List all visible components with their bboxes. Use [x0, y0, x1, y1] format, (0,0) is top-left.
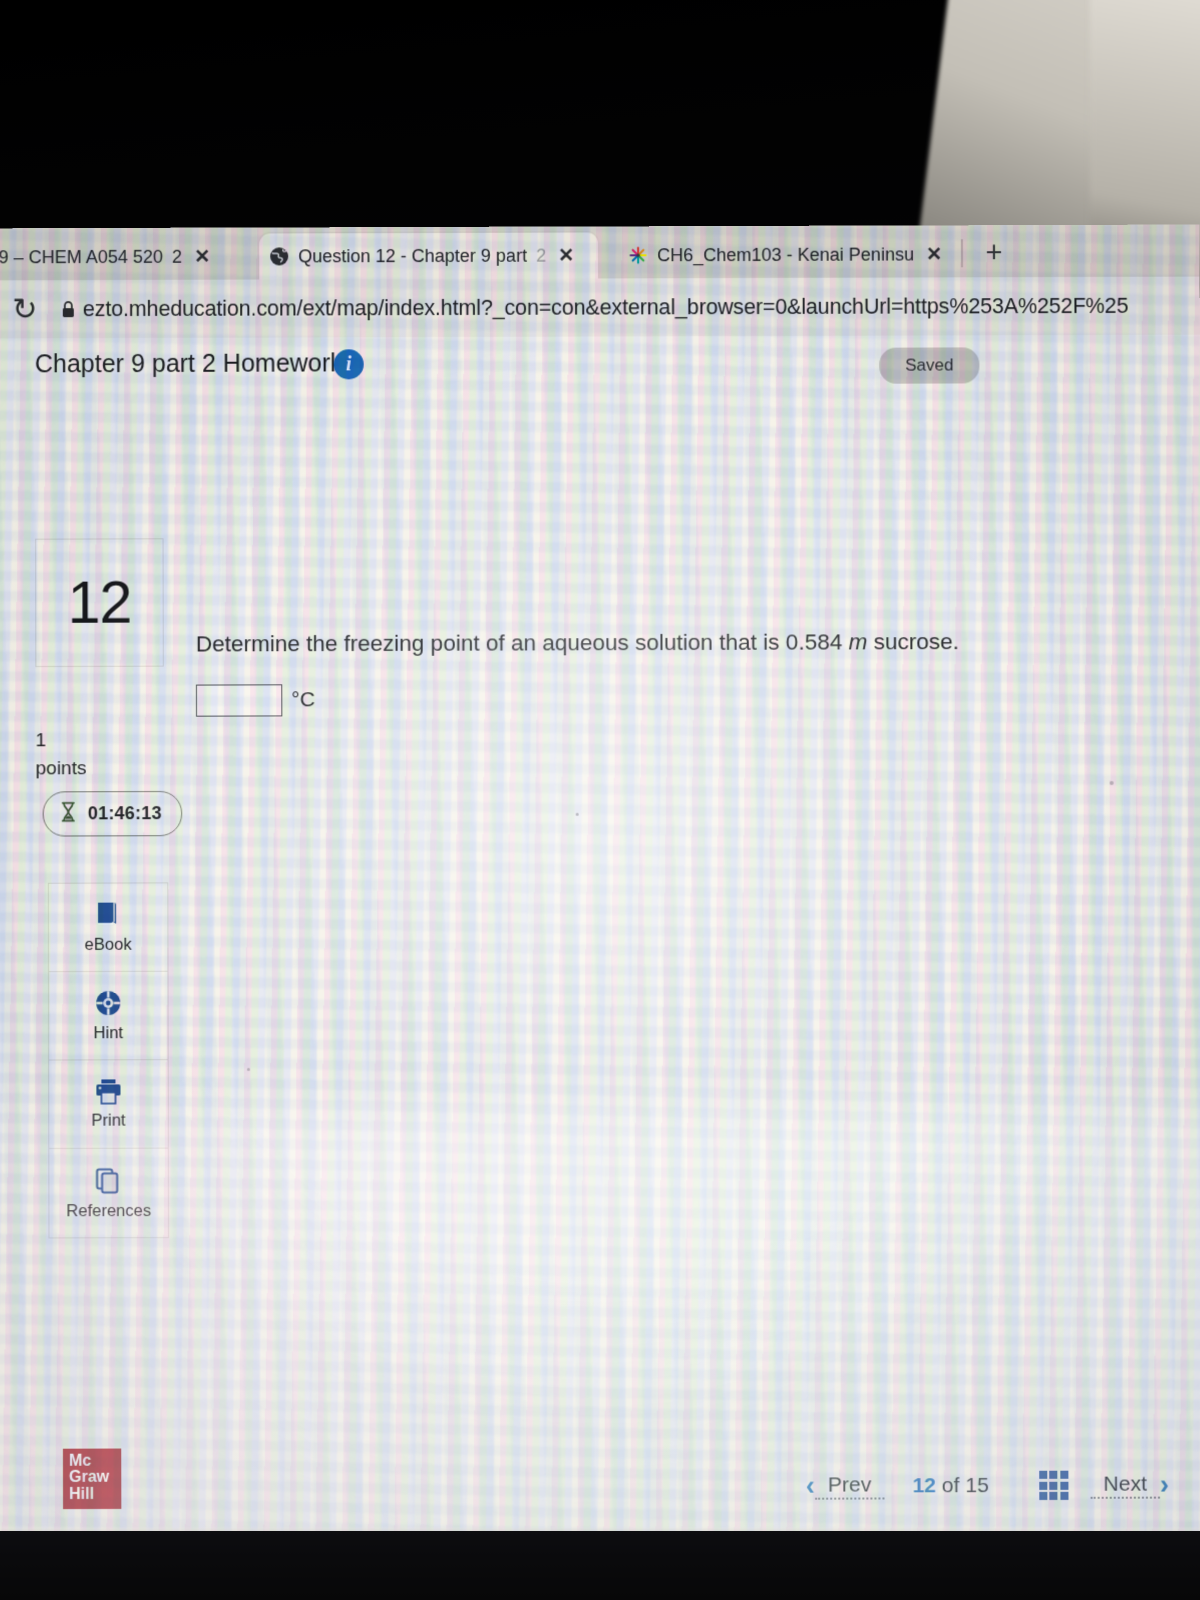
- page-footer: Mc Graw Hill ‹ Prev 12 of 15 Next ›: [0, 1421, 1200, 1536]
- tool-panel: eBook Hint Print References: [47, 882, 170, 1239]
- tool-label: Hint: [93, 1024, 124, 1043]
- status-badge: Saved: [879, 347, 980, 384]
- reload-icon[interactable]: ↻: [0, 292, 53, 327]
- timer-value: 01:46:13: [87, 803, 162, 824]
- tab-close-icon[interactable]: ✕: [555, 245, 577, 266]
- life-preserver-icon: [96, 990, 121, 1015]
- logo-line-2: Graw: [68, 1469, 110, 1487]
- answer-unit-label: °C: [291, 687, 316, 711]
- tab-title-suffix: 2: [172, 246, 183, 267]
- url-text: ezto.mheducation.com/ext/map/index.html?…: [82, 293, 1129, 321]
- answer-input[interactable]: [195, 683, 283, 717]
- chevron-left-icon[interactable]: ‹: [806, 1470, 815, 1500]
- browser-tab-1[interactable]: ter 9 – CHEM A054 520 2 ✕: [0, 233, 261, 280]
- question-number: 12: [67, 569, 132, 636]
- hourglass-icon: [60, 801, 77, 826]
- screen-bezel-bottom: [0, 1531, 1200, 1600]
- grid-icon[interactable]: [1039, 1470, 1069, 1500]
- points-block: 1 points: [35, 727, 186, 783]
- tab-title: Question 12 - Chapter 9 part: [298, 245, 528, 266]
- logo-line-1: Mc: [68, 1452, 92, 1470]
- references-button[interactable]: References: [49, 1149, 168, 1238]
- of-label: of: [941, 1473, 960, 1497]
- points-label: points: [35, 757, 87, 779]
- canvas-starburst-icon: [628, 245, 648, 265]
- mcgraw-hill-logo: Mc Graw Hill: [62, 1448, 122, 1510]
- tool-label: References: [66, 1201, 152, 1220]
- question-navigation: ‹ Prev 12 of 15 Next ›: [806, 1469, 1169, 1500]
- tool-label: Print: [91, 1111, 126, 1130]
- laptop-screen: ter 9 – CHEM A054 520 2 ✕ Question 12 - …: [0, 224, 1200, 1536]
- page-header: Chapter 9 part 2 Homework i Saved: [0, 335, 1200, 401]
- page-counter: 12 of 15: [884, 1473, 1017, 1498]
- tab-close-icon[interactable]: ✕: [923, 244, 945, 265]
- prompt-text-after: sucrose.: [867, 629, 960, 655]
- tab-title: ter 9 – CHEM A054 520: [0, 246, 164, 267]
- question-number-box: 12: [35, 538, 164, 668]
- current-page: 12: [912, 1473, 937, 1497]
- question-timer: 01:46:13: [42, 790, 182, 837]
- hint-button[interactable]: Hint: [48, 971, 168, 1061]
- question-body: Determine the freezing point of an aqueo…: [196, 626, 1029, 717]
- prev-button[interactable]: Prev: [814, 1472, 885, 1500]
- tool-label: eBook: [84, 935, 132, 954]
- browser-tabstrip: ter 9 – CHEM A054 520 2 ✕ Question 12 - …: [0, 225, 1200, 281]
- browser-tab-2-active[interactable]: Question 12 - Chapter 9 part 2 ✕: [259, 232, 599, 280]
- globe-icon: [269, 246, 289, 266]
- browser-url-bar[interactable]: ↻ ezto.mheducation.com/ext/map/index.htm…: [0, 276, 1200, 339]
- browser-tab-3[interactable]: CH6_Chem103 - Kenai Peninsu ✕: [618, 231, 957, 278]
- tab-title-suffix: 2: [535, 245, 547, 266]
- page-title: Chapter 9 part 2 Homework: [34, 349, 343, 379]
- next-button[interactable]: Next: [1090, 1471, 1160, 1499]
- prompt-text-before: Determine the freezing point of an aqueo…: [195, 629, 849, 657]
- tab-divider: [960, 239, 964, 268]
- question-prompt: Determine the freezing point of an aqueo…: [196, 626, 1029, 661]
- ebook-button[interactable]: eBook: [48, 883, 168, 973]
- info-icon[interactable]: i: [333, 349, 364, 380]
- answer-row: °C: [195, 682, 1029, 717]
- book-icon: [98, 902, 117, 925]
- lock-icon: [53, 300, 83, 319]
- prompt-molality-symbol: m: [848, 629, 868, 655]
- chevron-right-icon[interactable]: ›: [1160, 1469, 1169, 1499]
- logo-line-3: Hill: [69, 1485, 95, 1503]
- browser-chrome: ter 9 – CHEM A054 520 2 ✕ Question 12 - …: [0, 224, 1200, 339]
- total-pages: 15: [965, 1473, 989, 1497]
- tab-title: CH6_Chem103 - Kenai Peninsu: [657, 243, 915, 265]
- printer-icon: [96, 1078, 121, 1104]
- new-tab-button[interactable]: +: [977, 237, 1011, 269]
- laptop-photo: ter 9 – CHEM A054 520 2 ✕ Question 12 - …: [0, 0, 1200, 1600]
- print-button[interactable]: Print: [49, 1060, 168, 1149]
- homework-page: Chapter 9 part 2 Homework i Saved 12 1 p…: [0, 334, 1200, 1536]
- points-value: 1: [35, 730, 47, 752]
- copy-stack-icon: [95, 1167, 119, 1193]
- tab-close-icon[interactable]: ✕: [191, 246, 213, 267]
